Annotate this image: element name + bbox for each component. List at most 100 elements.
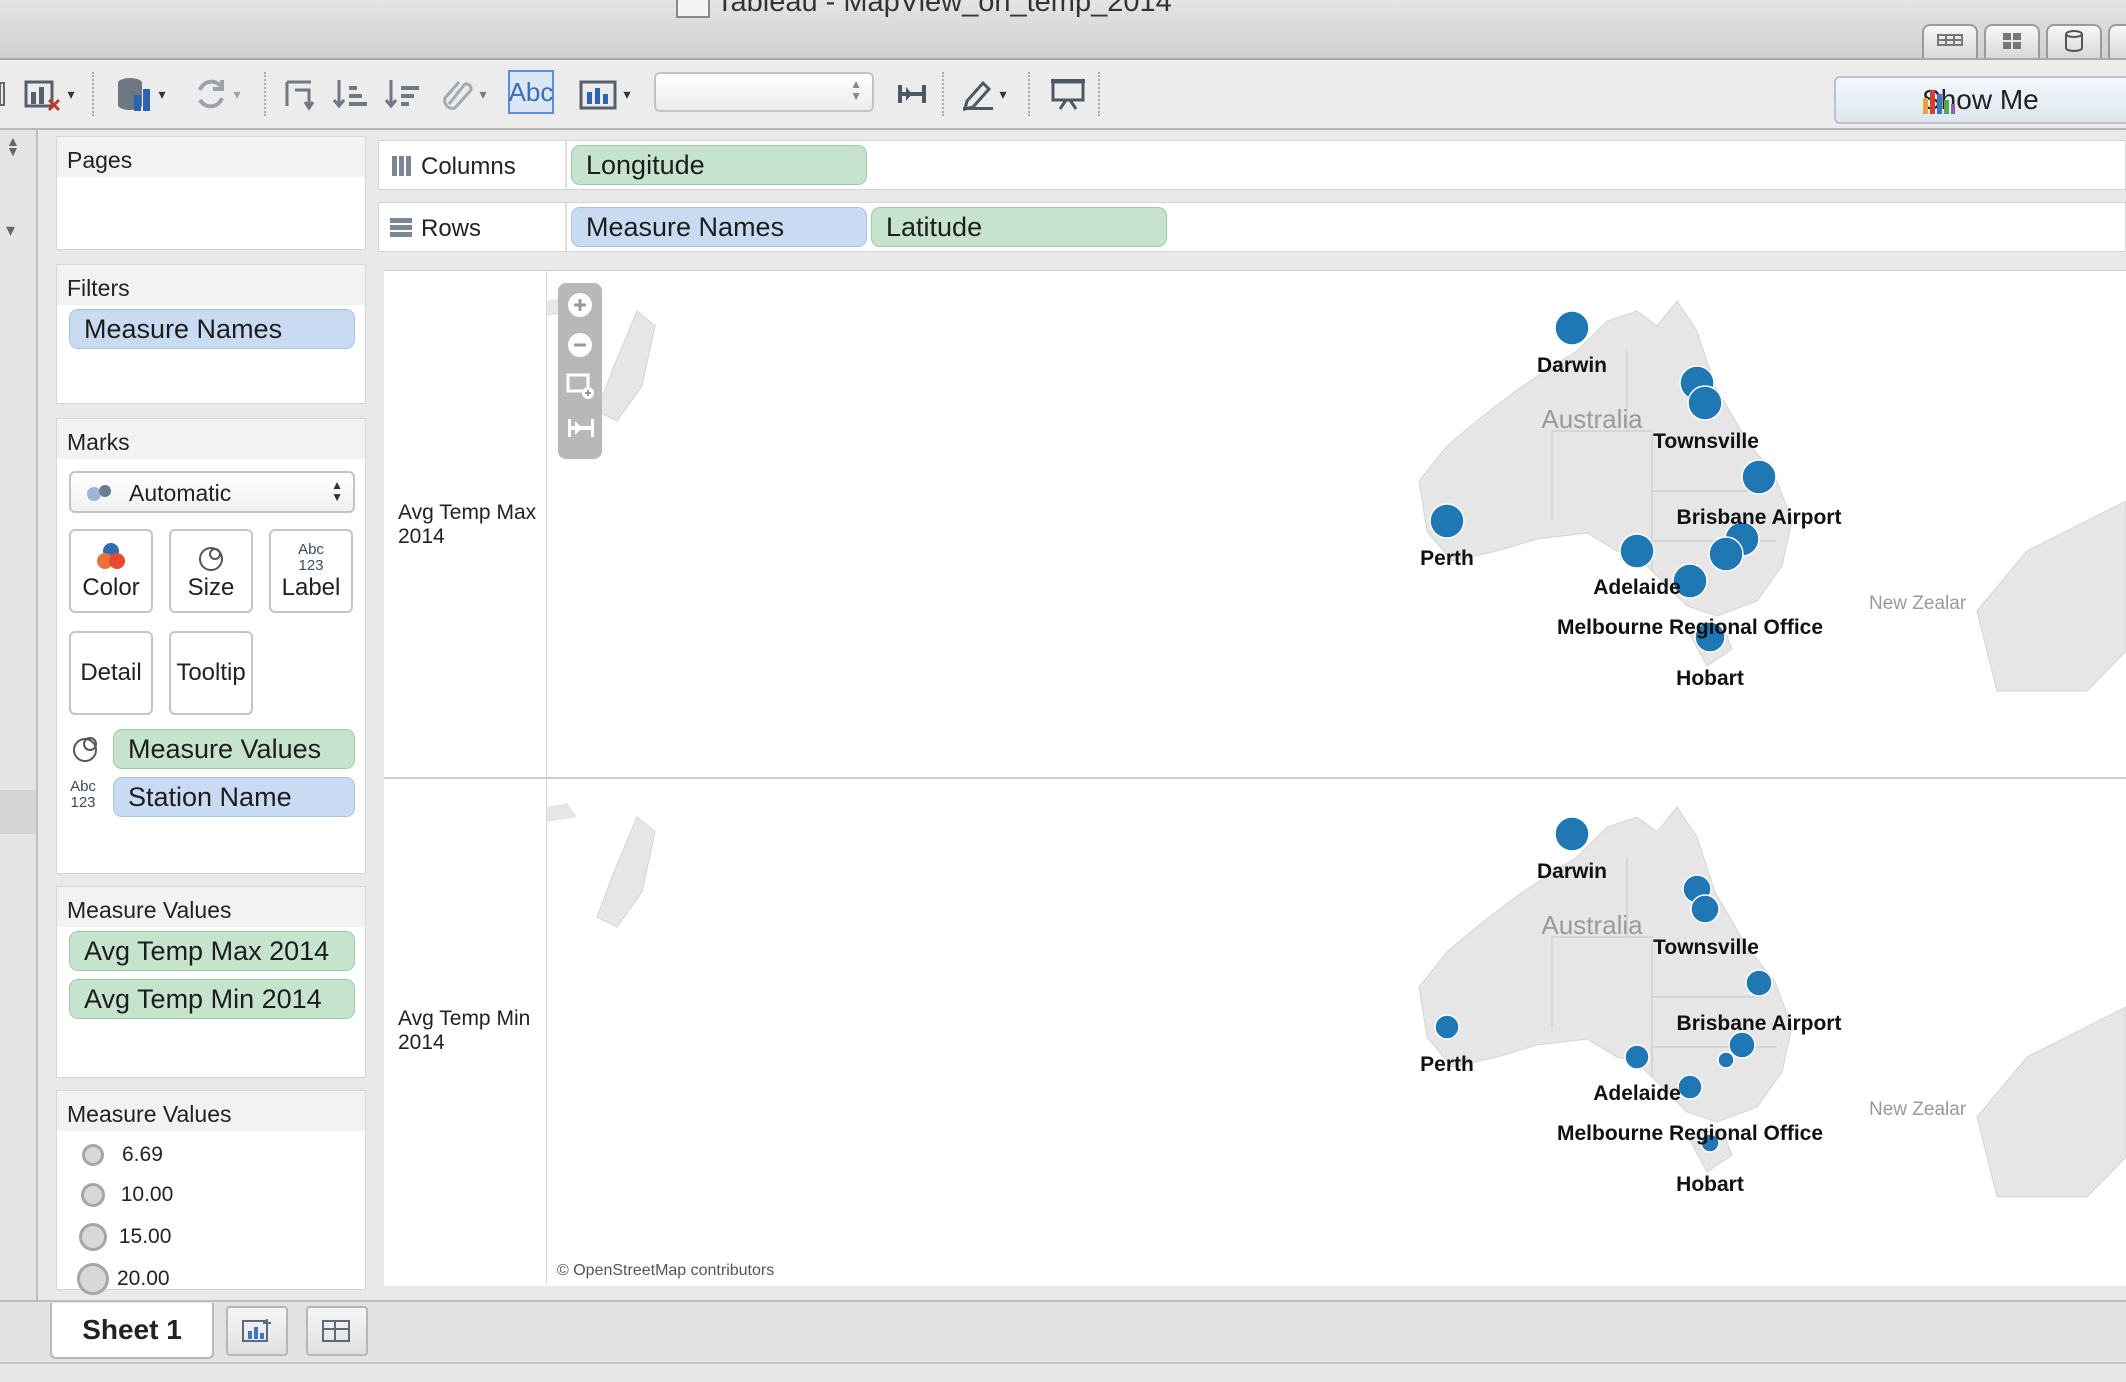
station-label: Townsville — [1653, 936, 1759, 959]
color-card-button[interactable]: Color — [69, 529, 153, 613]
filters-shelf[interactable]: Filters Measure Names — [56, 264, 366, 404]
station-mark[interactable] — [1434, 1014, 1460, 1040]
measure-values-title: Measure Values — [57, 887, 365, 927]
pages-shelf[interactable]: Pages — [56, 136, 366, 250]
color-card-label: Color — [82, 574, 140, 601]
new-worksheet-button[interactable] — [226, 1306, 288, 1356]
data-pane-collapsed-strip[interactable]: ▲ ▼ ▾ — [0, 130, 38, 1305]
measure-values-shelf[interactable]: Measure Values Avg Temp Max 2014 Avg Tem… — [56, 886, 366, 1078]
station-mark[interactable] — [1708, 536, 1744, 572]
australia-landmass — [1418, 806, 1793, 1123]
map-canvas[interactable]: Australia New Zealar Darwin Townsville Brisb… — [547, 271, 2126, 1283]
size-legend-label: 20.00 — [117, 1267, 170, 1290]
automatic-mark-icon — [87, 485, 111, 501]
columns-pill-longitude[interactable]: Longitude — [571, 145, 867, 185]
pin-map-icon[interactable] — [566, 415, 596, 443]
sort-toggle-icon[interactable]: ▲ ▼ — [6, 134, 20, 158]
station-mark[interactable] — [1554, 816, 1590, 852]
window-title: Tableau - MapView_on_temp_2014 — [716, 0, 1172, 18]
station-mark[interactable] — [1619, 533, 1655, 569]
svg-text:Abc: Abc — [70, 778, 96, 795]
show-me-button[interactable]: Show Me — [1834, 76, 2126, 124]
rows-pill-measure-names[interactable]: Measure Names — [571, 207, 867, 247]
select-stepper-icon: ▲ ▼ — [331, 478, 343, 504]
tableau-document-icon — [676, 0, 710, 18]
sort-ascending-button[interactable] — [328, 74, 372, 114]
country-label-new-zealand: New Zealar — [1869, 1099, 1967, 1120]
station-mark[interactable] — [1624, 1044, 1650, 1070]
view-tab-grid-icon[interactable] — [1984, 24, 2040, 58]
stepper-icon: ▲ ▼ — [850, 77, 862, 103]
zoom-in-icon[interactable] — [566, 291, 594, 319]
size-legend-item[interactable]: 10.00 — [77, 1183, 173, 1208]
size-legend-item[interactable]: 20.00 — [77, 1263, 170, 1295]
station-mark[interactable] — [1429, 503, 1465, 539]
columns-shelf[interactable]: Columns Longitude — [378, 140, 2126, 191]
group-members-button[interactable]: ▾ — [430, 74, 496, 114]
measure-pill-avg-temp-min[interactable]: Avg Temp Min 2014 — [69, 979, 355, 1019]
station-mark[interactable] — [1687, 385, 1723, 421]
tooltip-card-label: Tooltip — [176, 659, 246, 686]
data-source-button[interactable]: ▾ — [108, 74, 172, 114]
station-mark[interactable] — [1717, 1051, 1735, 1069]
highlight-button[interactable]: ▾ — [956, 74, 1012, 114]
station-mark[interactable] — [1677, 1074, 1703, 1100]
marks-pill-station-name[interactable]: Station Name — [113, 777, 355, 817]
new-worksheet-icon — [242, 1319, 271, 1342]
fit-dropdown[interactable]: ▲ ▼ — [654, 72, 874, 112]
size-legend[interactable]: Measure Values 6.69 10.00 15.00 20.00 — [56, 1090, 366, 1295]
mark-type-select[interactable]: Automatic ▲ ▼ — [69, 471, 355, 513]
fit-cells-button[interactable]: ▾ — [572, 74, 638, 114]
show-mark-labels-button[interactable]: Abc — [508, 70, 554, 114]
measure-pill-avg-temp-max[interactable]: Avg Temp Max 2014 — [69, 931, 355, 971]
station-mark[interactable] — [1745, 969, 1773, 997]
detail-card-button[interactable]: Detail — [69, 631, 153, 715]
station-mark[interactable] — [1554, 310, 1590, 346]
size-legend-label: 6.69 — [122, 1143, 163, 1166]
view-tab-database-icon[interactable] — [2046, 24, 2102, 58]
sort-descending-button[interactable] — [380, 74, 424, 114]
station-label: Melbourne Regional Office — [1557, 616, 1823, 639]
marks-pill-measure-values[interactable]: Measure Values — [113, 729, 355, 769]
presentation-mode-button[interactable] — [1046, 74, 1090, 114]
station-label: Brisbane Airport — [1677, 1012, 1842, 1035]
tooltip-card-button[interactable]: Tooltip — [169, 631, 253, 715]
size-icon — [196, 540, 226, 574]
rows-label: Rows — [421, 215, 482, 242]
toolbar-separator — [942, 72, 946, 116]
zoom-out-icon[interactable] — [566, 331, 594, 359]
sheet-tab-active[interactable]: Sheet 1 — [50, 1303, 214, 1359]
station-label: Brisbane Airport — [1677, 506, 1842, 529]
toolbar-separator — [1098, 72, 1102, 116]
new-zealand-landmass — [1976, 1006, 2126, 1198]
new-zealand-landmass — [1976, 500, 2126, 692]
selected-field-highlight — [0, 790, 36, 834]
size-legend-circle — [77, 1263, 109, 1295]
zoom-area-icon[interactable] — [566, 373, 596, 401]
color-icon — [94, 540, 128, 574]
size-card-button[interactable]: Size — [169, 529, 253, 613]
refresh-button[interactable]: ▾ — [184, 74, 250, 114]
station-label: Hobart — [1676, 667, 1744, 690]
view-tab-data-icon[interactable] — [1922, 24, 1978, 58]
map-pane-max[interactable]: Australia New Zealar Darwin Townsville Brisb… — [547, 297, 2126, 692]
station-mark[interactable] — [1741, 459, 1777, 495]
rows-pill-latitude[interactable]: Latitude — [871, 207, 1167, 247]
australia-landmass — [1418, 300, 1793, 617]
swap-rows-columns-button[interactable] — [278, 74, 322, 114]
map-pane-min[interactable]: Australia New Zealar Darwin Townsville Brisb… — [547, 803, 2126, 1198]
dropdown-caret-icon[interactable]: ▾ — [6, 220, 15, 241]
station-mark[interactable] — [1728, 1031, 1756, 1059]
filter-pill-measure-names[interactable]: Measure Names — [69, 309, 355, 349]
size-legend-item[interactable]: 15.00 — [77, 1223, 171, 1252]
rows-shelf[interactable]: Rows Measure Names Latitude — [378, 202, 2126, 253]
size-legend-item[interactable]: 6.69 — [77, 1143, 163, 1167]
new-dashboard-button[interactable] — [306, 1306, 368, 1356]
filters-title: Filters — [57, 265, 365, 305]
station-mark[interactable] — [1690, 894, 1720, 924]
clear-sheet-button[interactable]: ▾ — [18, 74, 80, 114]
view-tab-more[interactable] — [2108, 24, 2126, 58]
label-card-button[interactable]: Abc 123 Label — [269, 529, 353, 613]
map-view: Avg Temp Max 2014 Avg Temp Min 2014 Austra… — [384, 270, 2126, 1286]
fix-axes-pin-icon[interactable] — [890, 74, 934, 114]
